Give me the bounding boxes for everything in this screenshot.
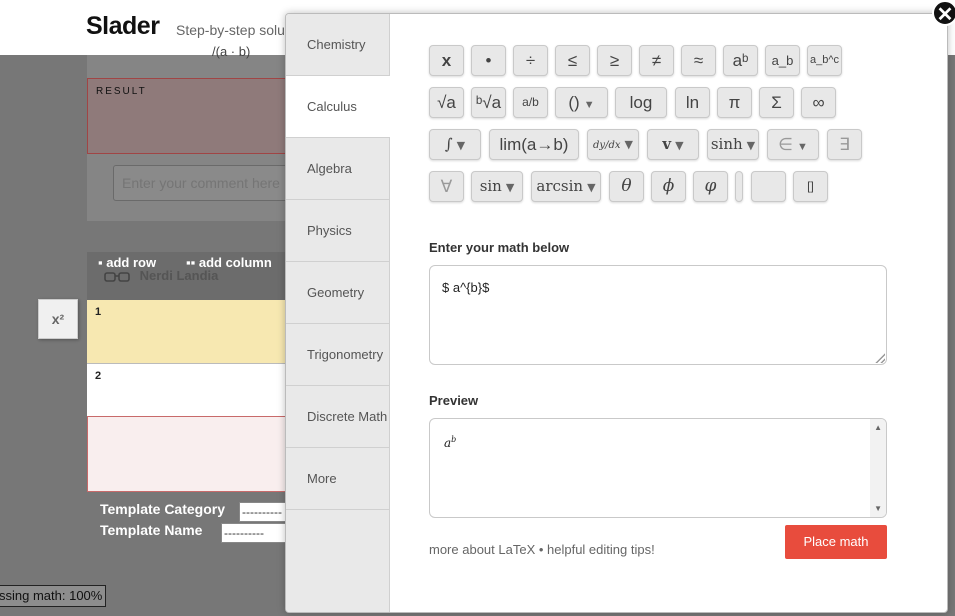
tab-physics[interactable]: Physics bbox=[286, 200, 389, 262]
result-label: RESULT bbox=[96, 86, 147, 97]
processing-status: ssing math: 100% bbox=[0, 585, 106, 607]
dropdown-arrow-icon: ▼ bbox=[675, 139, 684, 152]
element-of-label: ∈ bbox=[778, 135, 793, 154]
sub-superscript-button[interactable]: a_b^c bbox=[807, 45, 842, 76]
less-equal-symbol-button[interactable]: ≤ bbox=[555, 45, 590, 76]
sin-label: sin bbox=[479, 177, 502, 195]
add-row-icon: ▪ bbox=[98, 255, 103, 270]
for-all-button[interactable]: ∀ bbox=[429, 171, 464, 202]
sin-dropdown[interactable]: sin ▼ bbox=[471, 171, 523, 202]
template-category-label: Template Category bbox=[100, 501, 225, 517]
latex-help-links[interactable]: more about LaTeX • helpful editing tips! bbox=[429, 542, 655, 557]
sigma-button[interactable]: Σ bbox=[759, 87, 794, 118]
phi-button[interactable]: ϕ bbox=[651, 171, 686, 202]
vector-dropdown[interactable]: v ▼ bbox=[647, 129, 699, 160]
user-name: Nerdi Landia bbox=[104, 268, 218, 283]
dropdown-arrow-icon: ▼ bbox=[583, 99, 595, 111]
resize-handle-icon[interactable] bbox=[875, 353, 885, 363]
parentheses-dropdown[interactable]: () ▼ bbox=[555, 87, 608, 118]
subscript-button[interactable]: a_b bbox=[765, 45, 800, 76]
derivative-dropdown[interactable]: dy/dx ▼ bbox=[587, 129, 639, 160]
table-row[interactable] bbox=[87, 416, 287, 492]
preview-box: ab ▲ ▼ bbox=[429, 418, 887, 518]
enter-math-label: Enter your math below bbox=[429, 240, 570, 255]
tab-chemistry[interactable]: Chemistry bbox=[286, 14, 389, 76]
tab-geometry[interactable]: Geometry bbox=[286, 262, 389, 324]
vector-label: v bbox=[662, 135, 672, 153]
sqrt-button[interactable]: √a bbox=[429, 87, 464, 118]
divide-symbol-button[interactable]: ÷ bbox=[513, 45, 548, 76]
sinh-label: sinh bbox=[710, 135, 743, 153]
preview-scrollbar[interactable]: ▲ ▼ bbox=[870, 419, 886, 517]
integral-label: ∫ bbox=[444, 135, 453, 153]
pi-button[interactable]: π bbox=[717, 87, 752, 118]
slader-logo[interactable]: Slader bbox=[86, 12, 160, 41]
place-math-button[interactable]: Place math bbox=[785, 525, 887, 559]
user-name-text: Nerdi Landia bbox=[139, 268, 219, 283]
integral-dropdown[interactable]: ∫ ▼ bbox=[429, 129, 481, 160]
preview-label: Preview bbox=[429, 393, 479, 408]
math-input[interactable]: $ a^{b}$ bbox=[429, 265, 887, 365]
log-button[interactable]: log bbox=[615, 87, 667, 118]
theta-button[interactable]: θ bbox=[609, 171, 644, 202]
not-equal-symbol-button[interactable]: ≠ bbox=[639, 45, 674, 76]
exists-button[interactable]: ∃ bbox=[827, 129, 862, 160]
dropdown-arrow-icon: ▼ bbox=[796, 141, 808, 153]
derivative-label: dy/dx bbox=[593, 140, 621, 151]
table-row[interactable]: 2 bbox=[87, 364, 287, 416]
tab-calculus[interactable]: Calculus bbox=[286, 76, 390, 138]
tab-more[interactable]: More bbox=[286, 448, 389, 510]
math-editor-modal: Chemistry Calculus Algebra Physics Geome… bbox=[285, 13, 948, 613]
scroll-down-icon[interactable]: ▼ bbox=[874, 504, 882, 513]
preview-math: ab bbox=[444, 435, 456, 450]
approx-symbol-button[interactable]: ≈ bbox=[681, 45, 716, 76]
dropdown-arrow-icon: ▼ bbox=[456, 139, 466, 152]
greater-equal-symbol-button[interactable]: ≥ bbox=[597, 45, 632, 76]
dropdown-arrow-icon: ▼ bbox=[587, 181, 596, 194]
fraction-button[interactable]: a/b bbox=[513, 87, 548, 118]
tab-trigonometry[interactable]: Trigonometry bbox=[286, 324, 389, 386]
dropdown-arrow-icon: ▼ bbox=[624, 138, 633, 151]
row-number: 2 bbox=[95, 370, 102, 382]
dropdown-arrow-icon: ▼ bbox=[505, 181, 515, 194]
limit-button[interactable]: lim(a→b) bbox=[489, 129, 579, 160]
ln-button[interactable]: ln bbox=[675, 87, 710, 118]
tagline: Step-by-step solu bbox=[176, 22, 285, 38]
preview-superscript: b bbox=[451, 435, 457, 444]
fraction-fragment: /(a · b) bbox=[212, 44, 251, 59]
times-symbol-button[interactable]: x bbox=[429, 45, 464, 76]
close-icon[interactable]: ✕ bbox=[932, 0, 955, 26]
element-of-dropdown[interactable]: ∈ ▼ bbox=[767, 129, 819, 160]
category-sidebar: Chemistry Calculus Algebra Physics Geome… bbox=[286, 14, 390, 612]
dropdown-arrow-icon: ▼ bbox=[746, 139, 756, 152]
comment-input[interactable] bbox=[113, 165, 293, 201]
sinh-dropdown[interactable]: sinh ▼ bbox=[707, 129, 759, 160]
bracket-eval-button[interactable]: [] bbox=[793, 171, 828, 202]
template-name-label: Template Name bbox=[100, 522, 203, 538]
varphi-button[interactable]: φ bbox=[693, 171, 728, 202]
x-squared-button[interactable]: x² bbox=[38, 299, 78, 339]
dot-symbol-button[interactable]: • bbox=[471, 45, 506, 76]
blank-symbol-button[interactable] bbox=[751, 171, 786, 202]
template-category-select[interactable]: ---------- bbox=[239, 502, 289, 522]
parentheses-label: () bbox=[568, 93, 580, 112]
scroll-up-icon[interactable]: ▲ bbox=[874, 423, 882, 432]
infinity-button[interactable]: ∞ bbox=[801, 87, 836, 118]
table-row[interactable]: 1 bbox=[87, 300, 287, 364]
arcsin-dropdown[interactable]: arcsin ▼ bbox=[531, 171, 601, 202]
glasses-icon bbox=[104, 271, 130, 282]
row-number: 1 bbox=[95, 306, 102, 318]
nth-root-button[interactable]: ᵇ√a bbox=[471, 87, 506, 118]
tab-discrete-math[interactable]: Discrete Math bbox=[286, 386, 389, 448]
result-box: RESULT bbox=[87, 78, 287, 154]
arcsin-label: arcsin bbox=[536, 177, 584, 195]
tab-algebra[interactable]: Algebra bbox=[286, 138, 389, 200]
template-name-input[interactable]: ---------- bbox=[221, 523, 289, 543]
superscript-button[interactable]: aᵇ bbox=[723, 45, 758, 76]
matrix-small-button[interactable] bbox=[735, 171, 743, 202]
